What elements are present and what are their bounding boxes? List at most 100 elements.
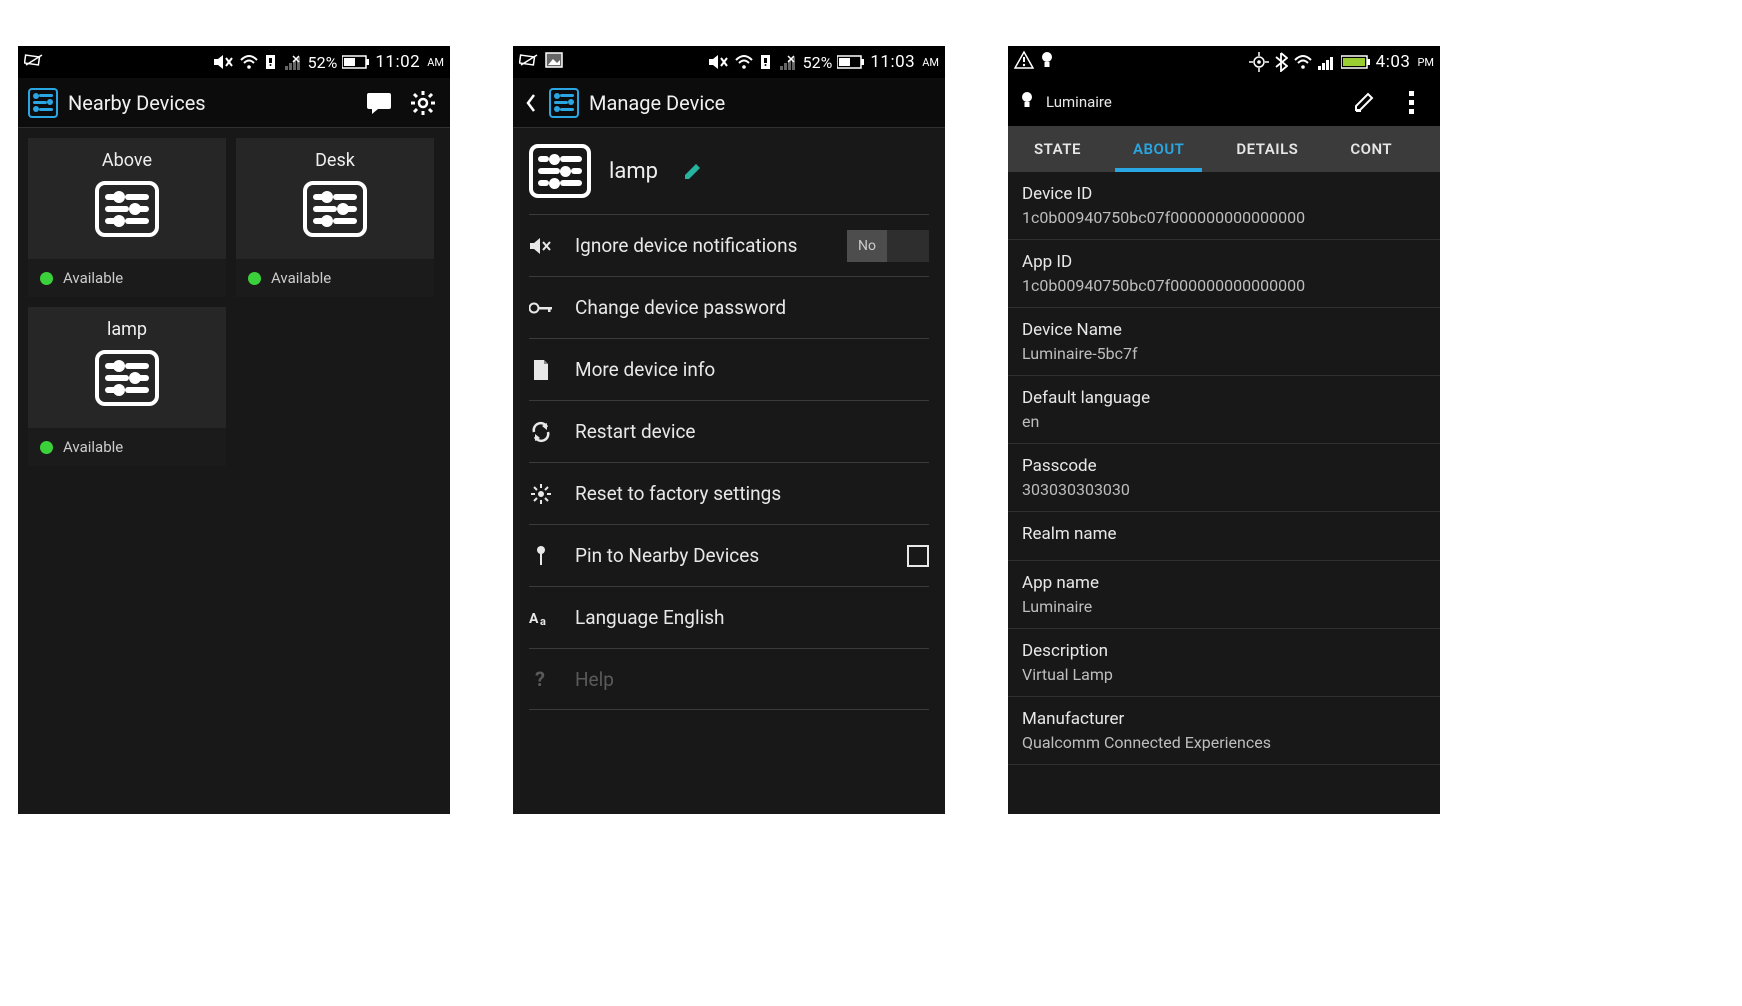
- status-bar: 52% 11:03 AM: [513, 46, 945, 78]
- devices-grid: Above Available Desk Available: [18, 128, 450, 476]
- battery-percent: 52%: [803, 53, 833, 72]
- field-label: Device ID: [1022, 184, 1426, 204]
- no-signal-icon: [780, 54, 798, 70]
- row-language[interactable]: Aa Language English: [529, 586, 929, 648]
- tab-label: CONT: [1350, 140, 1392, 158]
- edit-name-button[interactable]: [676, 154, 710, 188]
- field-default-language: Default language en: [1008, 376, 1440, 444]
- row-label: Ignore device notifications: [575, 234, 825, 257]
- row-label: Help: [575, 668, 929, 691]
- toggle-ignore[interactable]: No: [847, 230, 929, 262]
- tab-cont[interactable]: CONT: [1324, 126, 1418, 172]
- field-value: Luminaire: [1022, 597, 1426, 616]
- row-label: Reset to factory settings: [575, 482, 929, 505]
- battery-icon: [1341, 55, 1371, 69]
- tab-state[interactable]: STATE: [1008, 126, 1107, 172]
- wifi-sync-icon: [734, 54, 754, 70]
- back-button[interactable]: [523, 93, 539, 113]
- bulb-icon: [1020, 90, 1034, 114]
- device-status-label: Available: [63, 269, 123, 287]
- row-label: Restart device: [575, 420, 929, 443]
- page-title: Nearby Devices: [68, 91, 206, 115]
- device-name: Above: [102, 150, 152, 171]
- field-device-id: Device ID 1c0b00940750bc07f0000000000000…: [1008, 172, 1440, 240]
- device-name: lamp: [107, 319, 147, 340]
- toggle-label: No: [847, 230, 887, 262]
- image-notification-icon: [545, 52, 563, 72]
- settings-button[interactable]: [406, 86, 440, 120]
- tab-about[interactable]: ABOUT: [1107, 126, 1210, 172]
- field-app-id: App ID 1c0b00940750bc07f000000000000000: [1008, 240, 1440, 308]
- field-label: Passcode: [1022, 456, 1426, 476]
- page-title: Luminaire: [1046, 93, 1112, 111]
- tab-details[interactable]: DETAILS: [1210, 126, 1324, 172]
- field-realm-name: Realm name: [1008, 512, 1440, 561]
- volume-mute-icon: [214, 54, 234, 70]
- row-restart[interactable]: Restart device: [529, 400, 929, 462]
- row-label: Language English: [575, 606, 929, 629]
- field-device-name: Device Name Luminaire-5bc7f: [1008, 308, 1440, 376]
- row-pin-nearby[interactable]: Pin to Nearby Devices: [529, 524, 929, 586]
- language-icon: Aa: [529, 609, 553, 627]
- device-card-lamp[interactable]: lamp Available: [28, 307, 226, 466]
- page-title: Manage Device: [589, 91, 725, 115]
- bulb-icon: [1040, 50, 1054, 74]
- restart-icon: [529, 421, 553, 443]
- key-icon: [529, 301, 553, 315]
- field-description: Description Virtual Lamp: [1008, 629, 1440, 697]
- field-label: Device Name: [1022, 320, 1426, 340]
- volume-mute-icon: [709, 54, 729, 70]
- page-icon: [529, 359, 553, 381]
- phone-3-about: 4:03 PM Luminaire STATE ABOUT DETAILS CO…: [1008, 46, 1440, 814]
- bluetooth-icon: [1274, 52, 1288, 72]
- landscape-lock-icon: [519, 53, 539, 71]
- mute-icon: [529, 237, 553, 255]
- row-change-password[interactable]: Change device password: [529, 276, 929, 338]
- row-label: More device info: [575, 358, 929, 381]
- device-status: Available: [236, 259, 434, 297]
- device-slider-icon: [529, 144, 591, 198]
- status-bar: 52% 11:02 AM: [18, 46, 450, 78]
- field-app-name: App name Luminaire: [1008, 561, 1440, 629]
- messages-button[interactable]: [362, 86, 396, 120]
- wifi-icon: [1293, 54, 1313, 70]
- battery-icon: [342, 55, 370, 69]
- field-value: 303030303030: [1022, 480, 1426, 499]
- status-dot-icon: [40, 272, 53, 285]
- about-list[interactable]: Device ID 1c0b00940750bc07f0000000000000…: [1008, 172, 1440, 765]
- signal-icon: [1318, 54, 1336, 70]
- battery-percent: 52%: [308, 53, 338, 72]
- device-status: Available: [28, 259, 226, 297]
- field-label: Manufacturer: [1022, 709, 1426, 729]
- status-ampm: AM: [427, 56, 444, 69]
- field-label: App ID: [1022, 252, 1426, 272]
- app-bar: Manage Device: [513, 78, 945, 128]
- status-ampm: PM: [1417, 56, 1434, 69]
- help-icon: ?: [529, 668, 553, 690]
- app-bar: Nearby Devices: [18, 78, 450, 128]
- row-ignore-notifications[interactable]: Ignore device notifications No: [529, 214, 929, 276]
- phone-1-nearby-devices: 52% 11:02 AM Nearby Devices Above: [18, 46, 450, 814]
- app-logo-icon: [549, 88, 579, 118]
- row-more-info[interactable]: More device info: [529, 338, 929, 400]
- device-slider-icon: [95, 181, 159, 237]
- pin-checkbox[interactable]: [907, 545, 929, 567]
- device-card-above[interactable]: Above Available: [28, 138, 226, 297]
- svg-text:?: ?: [535, 668, 545, 690]
- reset-icon: [529, 483, 553, 505]
- device-slider-icon: [303, 181, 367, 237]
- device-name: Desk: [315, 150, 355, 171]
- device-status-label: Available: [63, 438, 123, 456]
- tab-label: STATE: [1034, 140, 1081, 158]
- status-bar: 4:03 PM: [1008, 46, 1440, 78]
- svg-text:a: a: [540, 615, 546, 627]
- field-value: Virtual Lamp: [1022, 665, 1426, 684]
- field-value: en: [1022, 412, 1426, 431]
- field-label: App name: [1022, 573, 1426, 593]
- field-label: Realm name: [1022, 524, 1426, 544]
- device-card-desk[interactable]: Desk Available: [236, 138, 434, 297]
- row-help[interactable]: ? Help: [529, 648, 929, 710]
- overflow-menu-button[interactable]: [1394, 85, 1428, 119]
- edit-button[interactable]: [1348, 85, 1382, 119]
- row-factory-reset[interactable]: Reset to factory settings: [529, 462, 929, 524]
